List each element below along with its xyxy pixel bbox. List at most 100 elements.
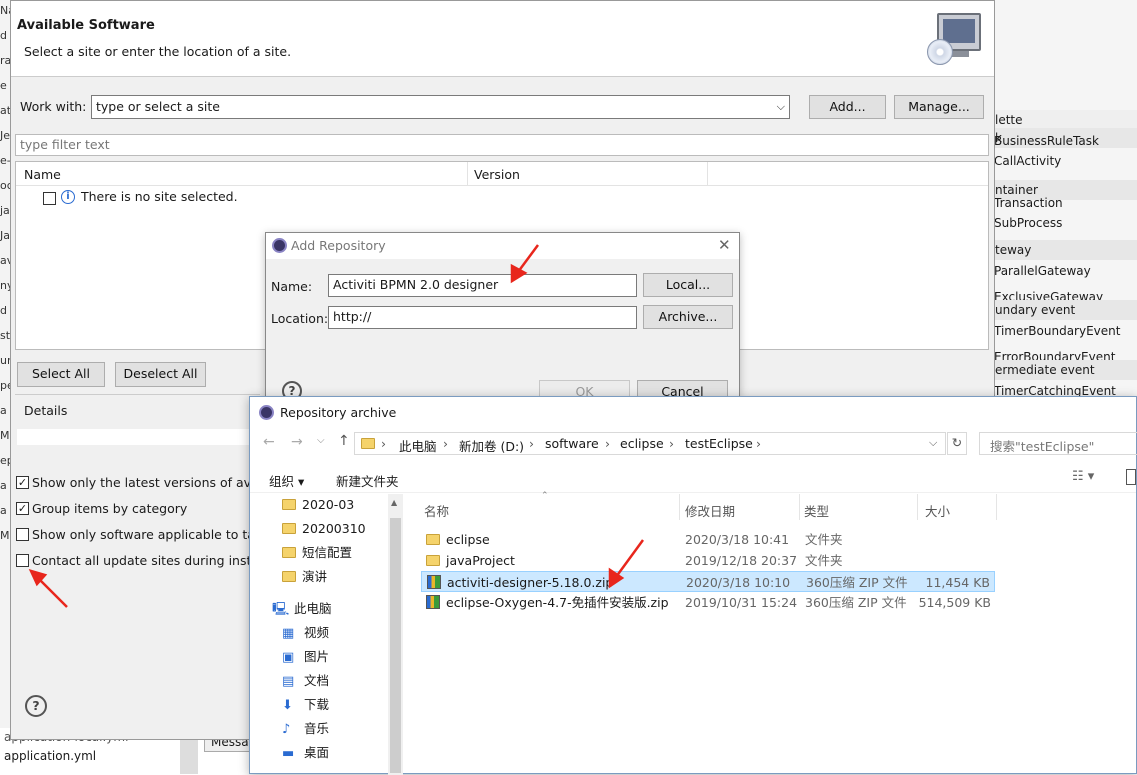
up-arrow-icon[interactable]: ↑ xyxy=(338,433,350,449)
archive-button[interactable]: Archive... xyxy=(643,305,733,329)
file-type: 文件夹 xyxy=(805,553,843,568)
breadcrumb-item[interactable]: testEclipse xyxy=(685,436,753,451)
background-text-fragment: M xyxy=(0,429,10,442)
manage-sites-button[interactable]: Manage... xyxy=(894,95,984,119)
nav-item[interactable]: ♪ 音乐 xyxy=(282,718,329,740)
chevron-down-icon[interactable]: ⌵ xyxy=(777,96,785,118)
music-icon: ♪ xyxy=(282,722,291,737)
palette-section[interactable]: undary event xyxy=(991,300,1137,320)
nav-item[interactable]: 2020-03 xyxy=(282,494,354,516)
document-icon: ▤ xyxy=(282,674,295,689)
folder-icon xyxy=(282,523,296,534)
palette-section[interactable]: teway xyxy=(991,240,1137,260)
breadcrumb-item[interactable]: eclipse xyxy=(620,436,664,451)
column-version[interactable]: Version xyxy=(474,167,520,182)
column-date[interactable]: 修改日期 xyxy=(685,501,735,520)
file-row[interactable]: activiti-designer-5.18.0.zip 2020/3/18 10… xyxy=(421,571,995,592)
column-size[interactable]: 大小 xyxy=(925,501,950,520)
repository-archive-file-dialog: Repository archive ← → ⌵ ↑ › 此电脑 › 新加卷 (… xyxy=(249,396,1137,775)
palette-header: lette xyxy=(991,110,1137,130)
column-type[interactable]: 类型 xyxy=(804,501,829,520)
file-type: 文件夹 xyxy=(805,532,843,547)
nav-scrollbar[interactable]: ▲ xyxy=(388,494,403,775)
file-name: activiti-designer-5.18.0.zip xyxy=(447,575,614,590)
column-name[interactable]: Name xyxy=(24,167,61,182)
nav-item[interactable]: ⬇ 下载 xyxy=(282,694,329,716)
palette-item[interactable]: Transaction xyxy=(994,196,1063,210)
chevron-right-icon: › xyxy=(756,436,761,451)
preview-pane-icon[interactable] xyxy=(1126,469,1136,485)
scrollbar[interactable] xyxy=(180,740,198,774)
file-row[interactable]: eclipse 2020/3/18 10:41 文件夹 xyxy=(421,529,995,550)
help-icon[interactable]: ? xyxy=(25,695,47,717)
file-type: 360压缩 ZIP 文件 xyxy=(805,595,907,610)
repository-location-field[interactable]: http:// xyxy=(328,306,637,329)
nav-item-label: 桌面 xyxy=(304,745,330,760)
location-label: Location: xyxy=(271,311,329,326)
repository-name-field[interactable]: Activiti BPMN 2.0 designer xyxy=(328,274,637,297)
wizard-header: Available Software Select a site or ente… xyxy=(11,1,994,77)
refresh-icon[interactable]: ↻ xyxy=(947,432,967,455)
breadcrumb-item[interactable]: 此电脑 xyxy=(399,436,437,455)
view-options-icon[interactable]: ☷ ▾ xyxy=(1072,469,1094,484)
background-text-fragment: ja xyxy=(0,204,10,217)
background-text-fragment: d xyxy=(0,29,7,42)
nav-item[interactable]: ▣ 图片 xyxy=(282,646,329,668)
nav-item[interactable]: ▬ 桌面 xyxy=(282,742,329,764)
breadcrumb-item[interactable]: software xyxy=(545,436,599,451)
local-button[interactable]: Local... xyxy=(643,273,733,297)
back-arrow-icon[interactable]: ← xyxy=(263,434,275,450)
nav-item[interactable]: 20200310 xyxy=(282,518,366,540)
close-icon[interactable]: ✕ xyxy=(718,236,731,254)
install-banner-icon xyxy=(927,11,983,67)
search-input[interactable]: 搜索"testEclipse" xyxy=(979,432,1137,455)
details-area xyxy=(17,429,260,445)
option-contact-sites-checkbox[interactable] xyxy=(16,554,29,567)
file-dialog-toolbar: 组织 ▾ 新建文件夹 ☷ ▾ xyxy=(250,463,1136,493)
breadcrumb-item[interactable]: 新加卷 (D:) xyxy=(459,436,524,455)
file-row[interactable]: javaProject 2019/12/18 20:37 文件夹 xyxy=(421,550,995,571)
deselect-all-button[interactable]: Deselect All xyxy=(115,362,206,387)
background-text-fragment: a xyxy=(0,404,7,417)
nav-item[interactable]: 短信配置 xyxy=(282,542,352,564)
file-type: 360压缩 ZIP 文件 xyxy=(806,575,908,590)
palette-item[interactable]: CallActivity xyxy=(994,154,1061,168)
option-group-by-category-checkbox[interactable]: ✓ xyxy=(16,502,29,515)
filter-input[interactable]: type filter text xyxy=(15,134,989,156)
nav-item-label: 视频 xyxy=(304,625,330,640)
nav-item[interactable]: ▦ 视频 xyxy=(282,622,329,644)
palette-item[interactable]: ParallelGateway xyxy=(994,264,1091,278)
chevron-down-icon[interactable]: ⌵ xyxy=(929,436,937,450)
file-item[interactable]: application.yml xyxy=(4,749,96,763)
select-all-button[interactable]: Select All xyxy=(17,362,105,387)
palette-item[interactable]: TimerBoundaryEvent xyxy=(994,324,1120,338)
add-site-button[interactable]: Add... xyxy=(809,95,886,119)
option-latest-versions-checkbox[interactable]: ✓ xyxy=(16,476,29,489)
info-icon: i xyxy=(61,190,75,204)
palette-item[interactable]: BusinessRuleTask xyxy=(994,134,1099,148)
nav-item[interactable]: ▤ 文档 xyxy=(282,670,329,692)
option-contact-sites-label: Contact all update sites during install xyxy=(32,553,266,568)
column-name[interactable]: 名称 xyxy=(424,501,449,520)
breadcrumb[interactable]: › 此电脑 › 新加卷 (D:) › software › eclipse › … xyxy=(354,432,946,455)
file-size: 11,454 KB xyxy=(925,575,990,590)
organize-menu[interactable]: 组织 ▾ xyxy=(269,471,304,490)
background-text-fragment: Ja xyxy=(0,229,10,242)
nav-item[interactable]: 演讲 xyxy=(282,566,327,588)
palette-item[interactable]: SubProcess xyxy=(994,216,1062,230)
forward-arrow-icon[interactable]: → xyxy=(291,434,303,450)
folder-icon xyxy=(426,534,440,545)
file-row[interactable]: eclipse-Oxygen-4.7-免插件安装版.zip 2019/10/31 … xyxy=(421,592,995,613)
background-text-fragment: M xyxy=(0,529,10,542)
work-with-combo[interactable]: type or select a site ⌵ xyxy=(91,95,790,119)
new-folder-button[interactable]: 新建文件夹 xyxy=(336,471,399,490)
tree-row-checkbox[interactable] xyxy=(43,192,56,205)
tree-header: Name Version xyxy=(16,162,988,186)
file-dialog-titlebar: Repository archive xyxy=(250,397,1136,427)
background-text-fragment: d xyxy=(0,304,7,317)
file-date: 2020/3/18 10:41 xyxy=(685,532,790,547)
nav-item[interactable]: 🖳 此电脑 xyxy=(272,598,332,620)
chevron-down-icon[interactable]: ⌵ xyxy=(317,435,325,446)
option-applicable-target-checkbox[interactable] xyxy=(16,528,29,541)
palette-section[interactable]: ermediate event xyxy=(991,360,1137,380)
